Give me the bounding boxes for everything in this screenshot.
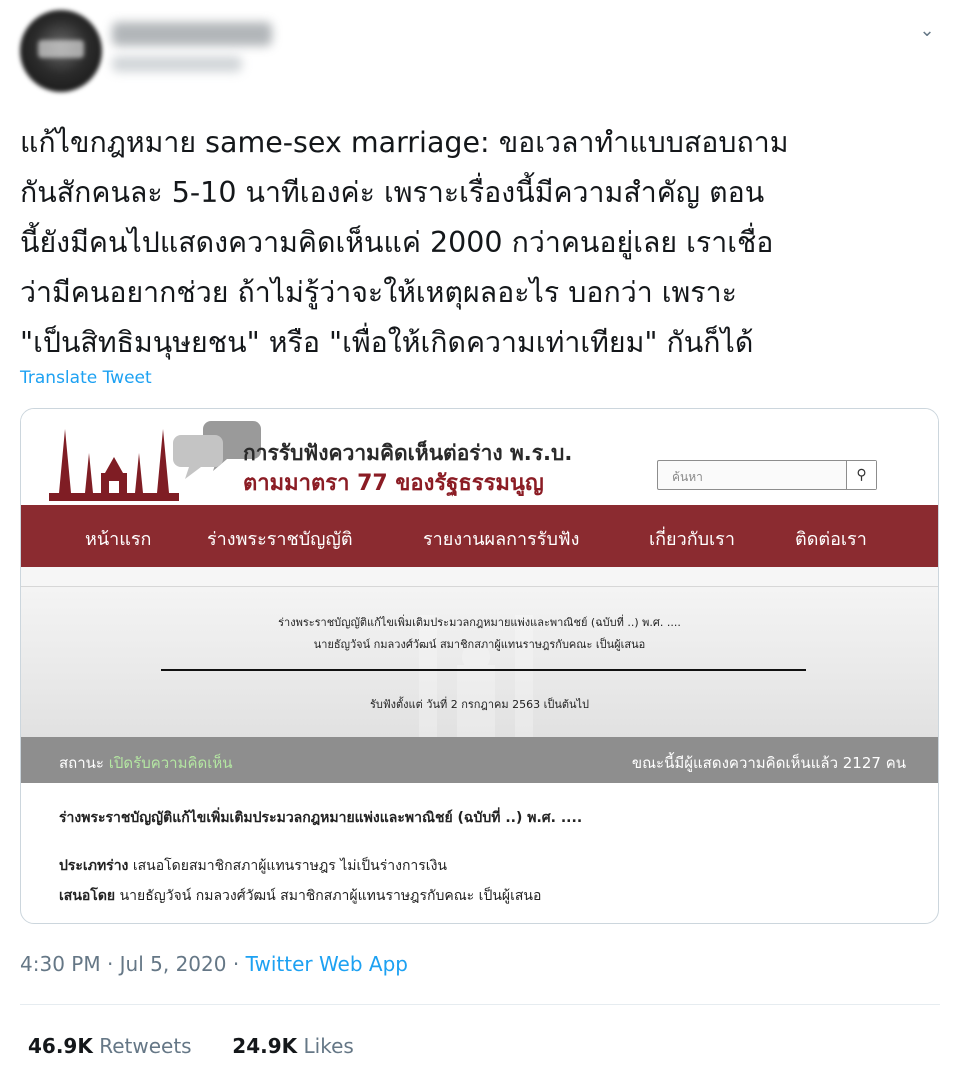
democracy-monument-logo-icon [49, 429, 179, 501]
tweet-stats: 46.9K Retweets 24.9K Likes [28, 1034, 354, 1058]
site-search-input[interactable]: ค้นหา ⚲ [657, 460, 877, 490]
like-count[interactable]: 24.9K [232, 1034, 297, 1058]
source-app-link[interactable]: Twitter Web App [246, 952, 408, 976]
like-label[interactable]: Likes [304, 1034, 354, 1058]
tweet-text: แก้ไขกฎหมาย same-sex marriage: ขอเวลาทำแ… [20, 126, 789, 359]
status-value: เปิดรับความคิดเห็น [108, 754, 233, 772]
banner-divider [161, 669, 806, 671]
divider [20, 1004, 940, 1005]
retweet-count[interactable]: 46.9K [28, 1034, 93, 1058]
status-label: สถานะ เปิดรับความคิดเห็น [59, 751, 233, 775]
chevron-down-icon[interactable]: ⌄ [916, 20, 938, 42]
nav-item-drafts[interactable]: ร่างพระราชบัญญัติ [207, 524, 353, 553]
status-label-text: สถานะ [59, 754, 109, 772]
nav-item-contact[interactable]: ติดต่อเรา [795, 524, 867, 553]
site-nav: หน้าแรก ร่างพระราชบัญญัติ รายงานผลการรับ… [21, 505, 938, 567]
comment-count: ขณะนี้มีผู้แสดงความคิดเห็นแล้ว 2127 คน [631, 754, 906, 772]
magnifier-icon[interactable]: ⚲ [846, 461, 876, 489]
nav-item-reports[interactable]: รายงานผลการรับฟัง [423, 524, 579, 553]
author-name-blurred[interactable] [112, 22, 272, 46]
banner-proposer: นายธัญวัจน์ กมลวงศ์วัฒน์ สมาชิกสภาผู้แทน… [313, 638, 646, 651]
search-placeholder: ค้นหา [672, 470, 703, 484]
detail-by-label: เสนอโดย [59, 888, 116, 904]
detail-title: ร่างพระราชบัญญัติแก้ไขเพิ่มเติมประมวลกฎห… [59, 810, 583, 826]
tweet-meta: 4:30 PM · Jul 5, 2020 · Twitter Web App [20, 952, 408, 976]
detail-type-label: ประเภทร่าง [59, 858, 129, 874]
detail-by-value: นายธัญวัจน์ กมลวงศ์วัฒน์ สมาชิกสภาผู้แทน… [115, 888, 542, 904]
detail-type-value: เสนอโดยสมาชิกสภาผู้แทนราษฎร ไม่เป็นร่างก… [128, 858, 447, 874]
status-bar: สถานะ เปิดรับความคิดเห็น ขณะนี้มีผู้แสดง… [21, 737, 938, 783]
retweet-label[interactable]: Retweets [99, 1034, 191, 1058]
detail-proposer: เสนอโดย นายธัญวัจน์ กมลวงศ์วัฒน์ สมาชิกส… [59, 885, 541, 907]
tweet-timestamp[interactable]: 4:30 PM · Jul 5, 2020 · [20, 952, 246, 976]
nav-divider [21, 567, 938, 587]
banner-period: รับฟังตั้งแต่ วันที่ 2 กรกฎาคม 2563 เป็น… [369, 698, 590, 711]
detail-type: ประเภทร่าง เสนอโดยสมาชิกสภาผู้แทนราษฎร ไ… [59, 855, 447, 877]
site-header: การรับฟังความคิดเห็นต่อร่าง พ.ร.บ. ตามมา… [21, 409, 938, 505]
embedded-image-card[interactable]: การรับฟังความคิดเห็นต่อร่าง พ.ร.บ. ตามมา… [20, 408, 939, 924]
banner-draft-title: ร่างพระราชบัญญัติแก้ไขเพิ่มเติมประมวลกฎห… [278, 616, 681, 629]
nav-item-home[interactable]: หน้าแรก [85, 524, 151, 553]
nav-item-about[interactable]: เกี่ยวกับเรา [649, 524, 735, 553]
site-subtitle: ตามมาตรา 77 ของรัฐธรรมนูญ [243, 471, 544, 496]
draft-banner: ร่างพระราชบัญญัติแก้ไขเพิ่มเติมประมวลกฎห… [21, 587, 938, 737]
avatar[interactable] [20, 10, 102, 92]
translate-tweet-link[interactable]: Translate Tweet [20, 368, 152, 388]
author-handle-blurred[interactable] [112, 56, 242, 72]
